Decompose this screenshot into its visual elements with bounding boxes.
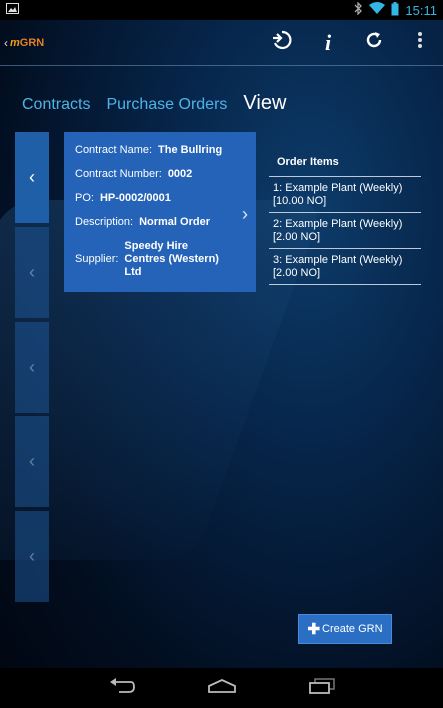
purchase-order-card[interactable]: Contract Name: The Bullring Contract Num… [64,132,256,292]
breadcrumb-contracts[interactable]: Contracts [22,96,90,114]
bluetooth-icon [354,1,363,18]
contract-name-value: The Bullring [158,144,223,156]
app-name: GRN [19,36,45,49]
create-grn-label: Create GRN [322,623,383,635]
breadcrumb: Contracts Purchase Orders View [22,92,286,115]
stacked-card-tab[interactable]: ‹ [15,322,49,413]
chevron-right-icon: › [242,204,248,224]
action-bar: ‹ m GRN i [0,20,443,66]
logout-button[interactable] [259,20,305,66]
stacked-card-tab[interactable]: ‹ [15,227,49,318]
home-icon [207,678,236,699]
system-navigation-bar [0,668,443,708]
po-row: PO: HP-0002/0001 [75,192,245,205]
order-item[interactable]: 2: Example Plant (Weekly) [2.00 NO] [269,213,421,249]
app-home-button[interactable]: ‹ m GRN [0,36,44,50]
refresh-button[interactable] [351,20,397,66]
po-value: HP-0002/0001 [99,192,171,204]
plus-icon: ✚ [307,621,321,638]
supplier-label: Supplier: [75,253,119,265]
recent-apps-button[interactable] [302,674,342,702]
logout-icon [271,30,293,56]
chevron-left-icon: ‹ [29,167,35,187]
description-value: Normal Order [139,216,210,228]
image-icon [6,3,19,17]
description-row: Description: Normal Order [75,216,245,229]
wifi-icon [369,2,386,18]
chevron-left-icon: ‹ [4,35,8,50]
stacked-card-tab[interactable]: ‹ [15,511,49,602]
overflow-menu-button[interactable] [397,20,443,66]
order-item[interactable]: 1: Example Plant (Weekly) [10.00 NO] [269,177,421,213]
previous-card-tab[interactable]: ‹ [15,132,49,223]
refresh-icon [364,30,384,56]
app-name-prefix: m [10,36,20,49]
supplier-row: Supplier: Speedy Hire Centres (Western) … [75,240,245,279]
chevron-left-icon: ‹ [29,451,35,471]
chevron-left-icon: ‹ [29,357,35,377]
home-button[interactable] [202,674,242,702]
description-label: Description: [75,216,134,228]
back-icon [109,677,135,699]
back-button[interactable] [102,674,142,702]
contract-number-value: 0002 [167,168,193,180]
recent-apps-icon [308,677,335,699]
battery-icon [391,1,399,19]
contract-number-label: Contract Number: [75,168,162,180]
info-button[interactable]: i [305,20,351,66]
create-grn-button[interactable]: ✚ Create GRN [298,614,392,644]
overflow-menu-icon [417,31,423,55]
info-icon: i [324,29,332,55]
status-bar: 15:11 [0,0,443,20]
stacked-card-tab[interactable]: ‹ [15,416,49,507]
supplier-value: Speedy Hire Centres (Western) Ltd [124,240,219,278]
contract-number-row: Contract Number: 0002 [75,168,245,181]
order-items-list: Order Items 1: Example Plant (Weekly) [1… [269,150,421,285]
contract-name-label: Contract Name: [75,144,153,156]
breadcrumb-purchase-orders[interactable]: Purchase Orders [106,96,227,114]
po-label: PO: [75,192,94,204]
breadcrumb-view: View [243,92,287,114]
chevron-left-icon: ‹ [29,546,35,566]
contract-name-row: Contract Name: The Bullring [75,144,245,157]
order-item[interactable]: 3: Example Plant (Weekly) [2.00 NO] [269,249,421,285]
chevron-left-icon: ‹ [29,262,35,282]
order-items-title: Order Items [269,150,421,177]
clock: 15:11 [405,2,437,18]
